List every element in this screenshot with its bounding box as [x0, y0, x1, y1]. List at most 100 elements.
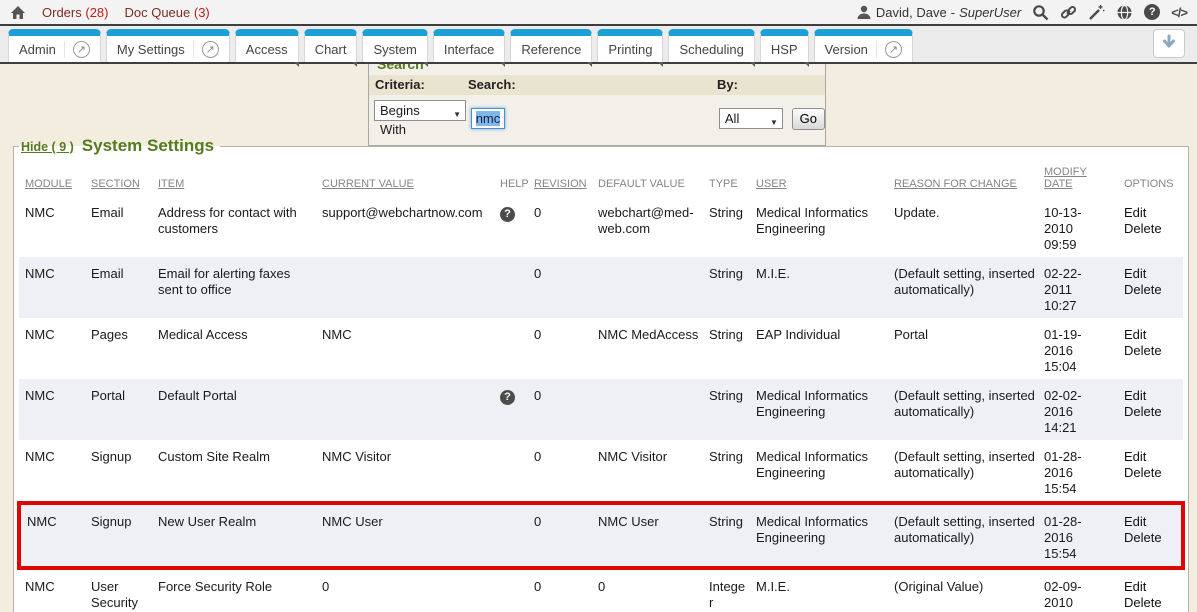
doc-queue-link[interactable]: Doc Queue (3) [124, 5, 209, 20]
delete-link[interactable]: Delete [1124, 221, 1177, 237]
cell-current-value: NMC Visitor [320, 440, 498, 503]
cell-reason: (Default setting, inserted automatically… [892, 379, 1042, 440]
search-legend: Search [369, 64, 825, 75]
open-in-new-window-icon[interactable] [64, 41, 90, 58]
delete-link[interactable]: Delete [1124, 404, 1177, 420]
edit-link[interactable]: Edit [1124, 449, 1177, 465]
cell-module: NMC [19, 379, 89, 440]
edit-link[interactable]: Edit [1124, 579, 1177, 595]
help-icon[interactable] [500, 390, 515, 405]
cell-modify-date: 01-28-2016 15:54 [1042, 503, 1122, 568]
cell-section: Email [89, 196, 156, 257]
column-header-options[interactable]: OPTIONS [1122, 156, 1183, 196]
tab-access[interactable]: Access [235, 29, 299, 62]
tab-printing[interactable]: Printing [597, 29, 663, 62]
help-icon[interactable] [1144, 4, 1160, 20]
cell-section: Signup [89, 440, 156, 503]
delete-link[interactable]: Delete [1124, 282, 1177, 298]
system-settings-section: Hide ( 9 ) System Settings MODULE SECTIO… [13, 136, 1189, 612]
tab-label: Version [825, 42, 868, 57]
cell-default-value: 0 [596, 568, 707, 612]
tab-hsp[interactable]: HSP [760, 29, 809, 62]
by-select[interactable]: All [719, 108, 783, 129]
tab-system[interactable]: System [362, 29, 427, 62]
tab-label: Interface [444, 42, 495, 57]
top-bar: Orders (28) Doc Queue (3) David, Dave - … [0, 0, 1197, 26]
cell-type: String [707, 379, 754, 440]
delete-link[interactable]: Delete [1124, 595, 1177, 611]
settings-table: MODULE SECTION ITEM CURRENT VALUE HELP R… [17, 156, 1185, 612]
column-header-modify-date[interactable]: MODIFY DATE [1042, 156, 1122, 196]
cell-revision: 0 [532, 440, 596, 503]
edit-link[interactable]: Edit [1124, 205, 1177, 221]
delete-link[interactable]: Delete [1124, 465, 1177, 481]
cell-reason: (Original Value) [892, 568, 1042, 612]
current-user[interactable]: David, Dave - SuperUser [856, 4, 1021, 20]
tab-chart[interactable]: Chart [304, 29, 358, 62]
column-header-section[interactable]: SECTION [89, 156, 156, 196]
tab-reference[interactable]: Reference [510, 29, 592, 62]
home-icon[interactable] [10, 5, 26, 20]
by-label: By: [715, 77, 788, 92]
delete-link[interactable]: Delete [1124, 530, 1175, 546]
cell-default-value: NMC MedAccess [596, 318, 707, 379]
column-header-help[interactable]: HELP [498, 156, 532, 196]
link-icon[interactable] [1060, 4, 1077, 21]
tab-label: HSP [771, 42, 798, 57]
wand-icon[interactable] [1088, 4, 1105, 21]
edit-link[interactable]: Edit [1124, 514, 1175, 530]
tab-version[interactable]: Version [814, 29, 913, 62]
cell-type: String [707, 440, 754, 503]
globe-icon[interactable] [1116, 4, 1133, 21]
cell-current-value: 0 [320, 568, 498, 612]
cell-options: Edit Delete [1122, 440, 1183, 503]
tab-label: Reference [521, 42, 581, 57]
tab-interface[interactable]: Interface [433, 29, 506, 62]
go-button[interactable]: Go [792, 108, 825, 130]
help-icon[interactable] [500, 207, 515, 222]
cell-options: Edit Delete [1122, 257, 1183, 318]
criteria-select[interactable]: Begins With [374, 100, 466, 121]
edit-link[interactable]: Edit [1124, 266, 1177, 282]
column-header-item[interactable]: ITEM [156, 156, 320, 196]
orders-link[interactable]: Orders (28) [42, 5, 108, 20]
column-header-current-value[interactable]: CURRENT VALUE [320, 156, 498, 196]
hide-link[interactable]: Hide ( 9 ) [21, 140, 74, 154]
cell-help [498, 257, 532, 318]
code-icon[interactable]: </> [1171, 5, 1187, 20]
user-role: SuperUser [959, 5, 1021, 20]
column-header-module[interactable]: MODULE [19, 156, 89, 196]
column-header-revision[interactable]: REVISION [532, 156, 596, 196]
cell-item: Email for alerting faxes sent to office [156, 257, 320, 318]
column-header-type[interactable]: TYPE [707, 156, 754, 196]
delete-link[interactable]: Delete [1124, 343, 1177, 359]
column-header-default-value[interactable]: DEFAULT VALUE [596, 156, 707, 196]
tab-admin[interactable]: Admin [8, 29, 101, 62]
cell-user: M.I.E. [754, 568, 892, 612]
open-in-new-window-icon[interactable] [876, 41, 902, 58]
open-in-new-window-icon[interactable] [193, 41, 219, 58]
cell-revision: 0 [532, 379, 596, 440]
tab-scheduling[interactable]: Scheduling [668, 29, 754, 62]
search-icon[interactable] [1032, 4, 1049, 21]
edit-link[interactable]: Edit [1124, 388, 1177, 404]
cell-item: Custom Site Realm [156, 440, 320, 503]
cell-help [498, 318, 532, 379]
collapse-menu-button[interactable] [1153, 29, 1185, 58]
section-legend: Hide ( 9 ) System Settings [19, 136, 220, 156]
cell-current-value [320, 379, 498, 440]
table-row: NMC Portal Default Portal 0 String Medic… [19, 379, 1183, 440]
tab-my-settings[interactable]: My Settings [106, 29, 230, 62]
criteria-label: Criteria: [369, 77, 466, 92]
column-header-user[interactable]: USER [754, 156, 892, 196]
cell-module: NMC [19, 440, 89, 503]
cell-section: Email [89, 257, 156, 318]
cell-options: Edit Delete [1122, 503, 1183, 568]
cell-item: Medical Access [156, 318, 320, 379]
edit-link[interactable]: Edit [1124, 327, 1177, 343]
top-bar-right: David, Dave - SuperUser </> [856, 4, 1187, 21]
tab-bar-tabs: Admin My Settings Access Chart System In… [8, 29, 913, 62]
cell-reason: (Default setting, inserted automatically… [892, 503, 1042, 568]
column-header-reason-for-change[interactable]: REASON FOR CHANGE [892, 156, 1042, 196]
search-input[interactable]: nmc [471, 108, 506, 129]
